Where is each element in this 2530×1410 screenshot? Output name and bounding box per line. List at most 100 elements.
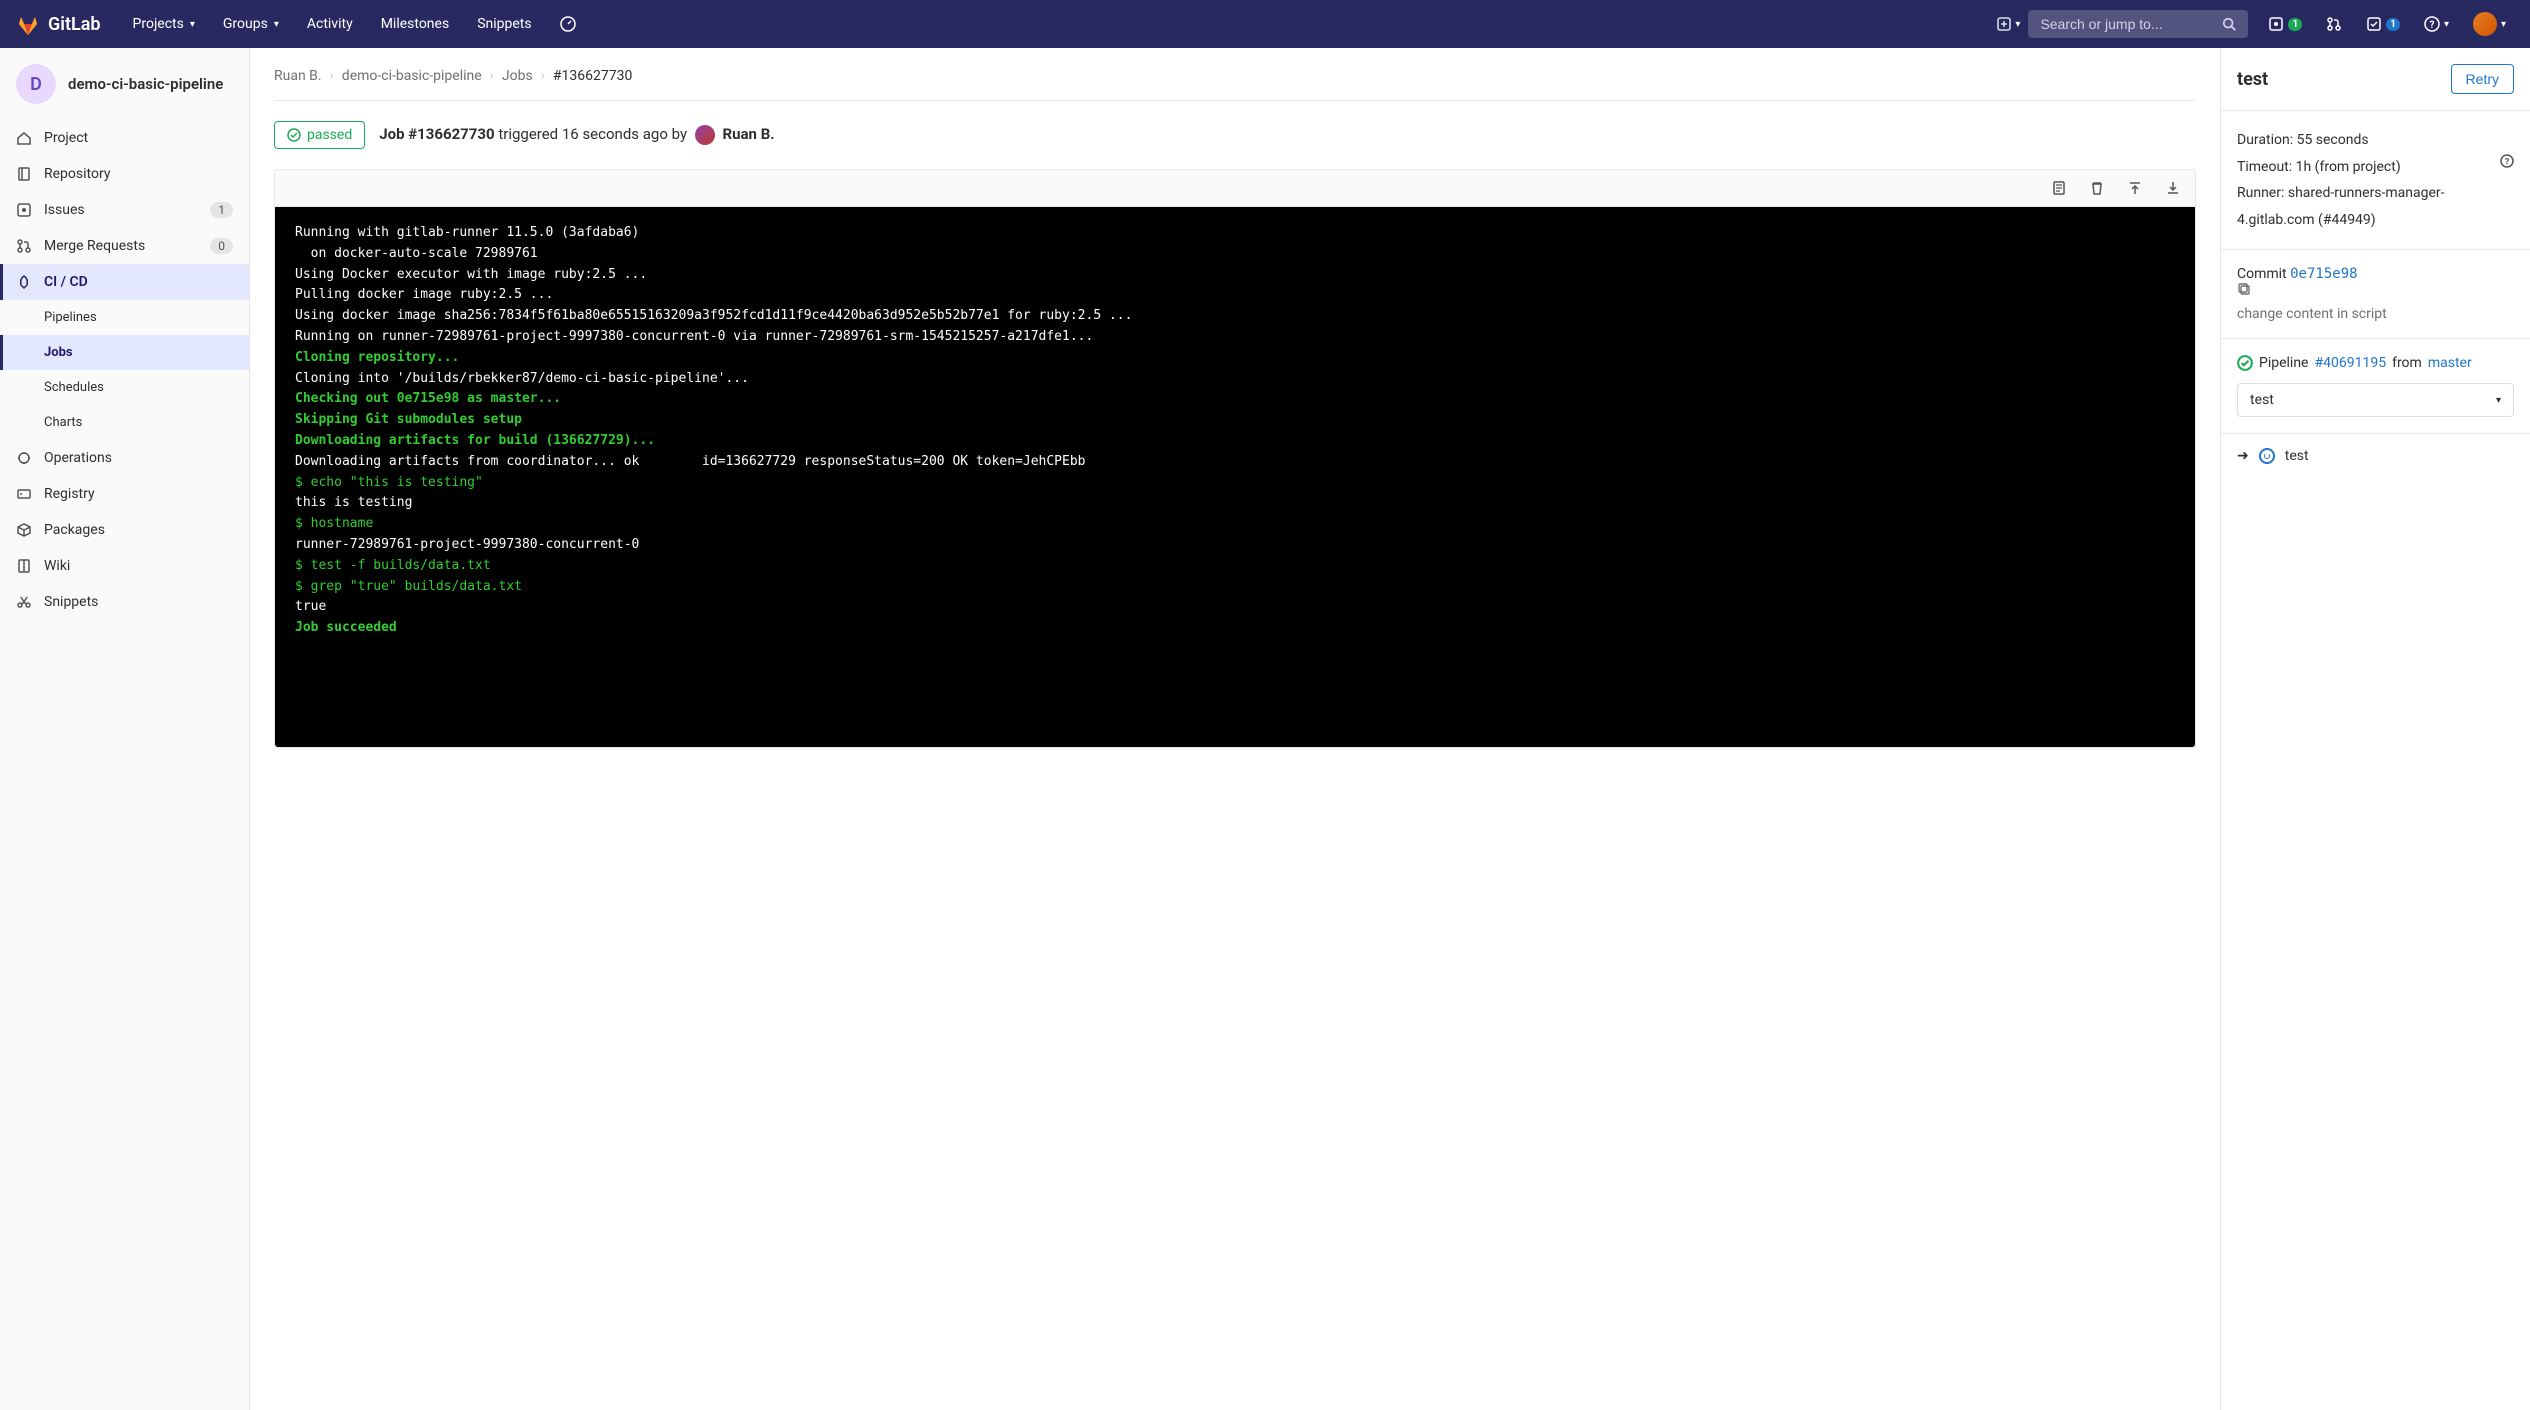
commit-section: Commit 0e715e98 change content in script	[2221, 250, 2530, 339]
breadcrumb-item[interactable]: Ruan B.	[274, 68, 322, 84]
copy-commit-icon[interactable]	[2237, 282, 2514, 296]
stage-dropdown[interactable]: test ▾	[2237, 383, 2514, 417]
global-search[interactable]	[2028, 10, 2248, 38]
job-sidebar: test Retry Duration: 55 seconds Timeout:…	[2220, 48, 2530, 1410]
chevron-down-icon: ▾	[2444, 19, 2449, 30]
chevron-down-icon: ▾	[2015, 19, 2020, 30]
check-circle-icon	[287, 128, 301, 142]
breadcrumb-separator: ›	[541, 68, 545, 84]
raw-log-button[interactable]	[2047, 176, 2071, 200]
author-avatar	[695, 125, 715, 145]
plus-icon	[1997, 17, 2011, 31]
job-title: Job #136627730 triggered 16 seconds ago …	[379, 125, 774, 145]
nav-performance[interactable]	[548, 8, 588, 40]
erase-log-button[interactable]	[2085, 176, 2109, 200]
nav-activity[interactable]: Activity	[295, 8, 365, 40]
count-badge: 1	[210, 202, 233, 218]
issues-icon	[2268, 16, 2284, 32]
job-header: passed Job #136627730 triggered 16 secon…	[274, 121, 2196, 149]
scroll-top-button[interactable]	[2123, 176, 2147, 200]
nav-todos-icon[interactable]: 1	[2358, 10, 2408, 38]
sidebar-item-charts[interactable]: Charts	[0, 405, 249, 440]
sidebar-item-schedules[interactable]: Schedules	[0, 370, 249, 405]
check-circle-icon	[2237, 355, 2253, 371]
project-sidebar: D demo-ci-basic-pipeline ProjectReposito…	[0, 48, 250, 1410]
job-status-badge: passed	[274, 121, 365, 149]
main-content: Ruan B. › demo-ci-basic-pipeline › Jobs …	[250, 48, 2220, 1410]
project-avatar: D	[16, 64, 56, 104]
job-meta: Duration: 55 seconds Timeout: 1h (from p…	[2221, 111, 2530, 250]
mr-icon	[16, 238, 32, 254]
nav-groups[interactable]: Groups▾	[211, 8, 291, 40]
sidebar-item-ci-cd[interactable]: CI / CD	[0, 264, 249, 300]
home-icon	[16, 130, 32, 146]
search-icon	[2222, 17, 2236, 31]
nav-projects[interactable]: Projects▾	[121, 8, 207, 40]
nav-issues-icon[interactable]: 1	[2260, 10, 2310, 38]
todos-badge: 1	[2386, 18, 2400, 31]
count-badge: 0	[210, 238, 233, 254]
todos-icon	[2366, 16, 2382, 32]
commit-link[interactable]: 0e715e98	[2290, 266, 2357, 282]
issues-icon	[16, 202, 32, 218]
project-name: demo-ci-basic-pipeline	[68, 75, 223, 93]
breadcrumb-item[interactable]: demo-ci-basic-pipeline	[342, 68, 482, 84]
gitlab-logo[interactable]: GitLab	[16, 12, 101, 36]
pipeline-section: Pipeline #40691195 from master test ▾	[2221, 339, 2530, 434]
merge-request-icon	[2326, 16, 2342, 32]
project-header[interactable]: D demo-ci-basic-pipeline	[0, 48, 249, 120]
chevron-down-icon: ▾	[2501, 19, 2506, 30]
arrow-right-icon: ➜	[2237, 448, 2249, 464]
user-menu[interactable]: ▾	[2465, 6, 2514, 42]
pipeline-link[interactable]: #40691195	[2315, 355, 2387, 371]
rocket-icon	[16, 274, 32, 290]
nav-snippets[interactable]: Snippets	[465, 8, 543, 40]
registry-icon	[16, 486, 32, 502]
gauge-icon	[560, 16, 576, 32]
chevron-down-icon: ▾	[274, 19, 279, 30]
branch-link[interactable]: master	[2428, 355, 2472, 371]
gitlab-icon	[16, 12, 40, 36]
commit-message: change content in script	[2237, 306, 2514, 322]
sidebar-item-packages[interactable]: Packages	[0, 512, 249, 548]
nav-milestones[interactable]: Milestones	[369, 8, 462, 40]
repo-icon	[16, 166, 32, 182]
scroll-bottom-button[interactable]	[2161, 176, 2185, 200]
nav-mr-icon[interactable]	[2318, 10, 2350, 38]
help-icon: ?	[2424, 16, 2440, 32]
retry-button[interactable]: Retry	[2451, 64, 2514, 94]
log-toolbar	[275, 170, 2195, 207]
sidebar-item-registry[interactable]: Registry	[0, 476, 249, 512]
timeout-help-icon[interactable]: ?	[2500, 154, 2514, 168]
breadcrumb-separator: ›	[330, 68, 334, 84]
new-dropdown[interactable]: ▾	[1989, 11, 2028, 37]
sidebar-item-wiki[interactable]: Wiki	[0, 548, 249, 584]
svg-text:?: ?	[2505, 157, 2510, 167]
job-name-title: test	[2237, 69, 2268, 90]
issues-badge: 1	[2288, 18, 2302, 31]
job-sidebar-header: test Retry	[2221, 48, 2530, 111]
nav-help[interactable]: ? ▾	[2416, 10, 2457, 38]
sidebar-item-project[interactable]: Project	[0, 120, 249, 156]
breadcrumb-current: #136627730	[553, 68, 632, 84]
sidebar-item-pipelines[interactable]: Pipelines	[0, 300, 249, 335]
sidebar-item-repository[interactable]: Repository	[0, 156, 249, 192]
svg-text:?: ?	[2429, 20, 2434, 31]
breadcrumb-separator: ›	[490, 68, 494, 84]
sidebar-item-jobs[interactable]: Jobs	[0, 335, 249, 370]
user-avatar	[2473, 12, 2497, 36]
brand-text: GitLab	[48, 14, 101, 35]
running-status-icon	[2259, 448, 2275, 464]
ops-icon	[16, 450, 32, 466]
chevron-down-icon: ▾	[190, 19, 195, 30]
job-log[interactable]: Running with gitlab-runner 11.5.0 (3afda…	[275, 207, 2195, 747]
sidebar-item-operations[interactable]: Operations	[0, 440, 249, 476]
job-list-item[interactable]: ➜ test	[2221, 434, 2530, 478]
sidebar-item-snippets[interactable]: Snippets	[0, 584, 249, 620]
breadcrumb-item[interactable]: Jobs	[502, 68, 533, 84]
breadcrumbs: Ruan B. › demo-ci-basic-pipeline › Jobs …	[274, 68, 2196, 101]
sidebar-nav: ProjectRepositoryIssues1Merge Requests0C…	[0, 120, 249, 620]
sidebar-item-merge-requests[interactable]: Merge Requests0	[0, 228, 249, 264]
sidebar-item-issues[interactable]: Issues1	[0, 192, 249, 228]
search-input[interactable]	[2040, 16, 2222, 32]
